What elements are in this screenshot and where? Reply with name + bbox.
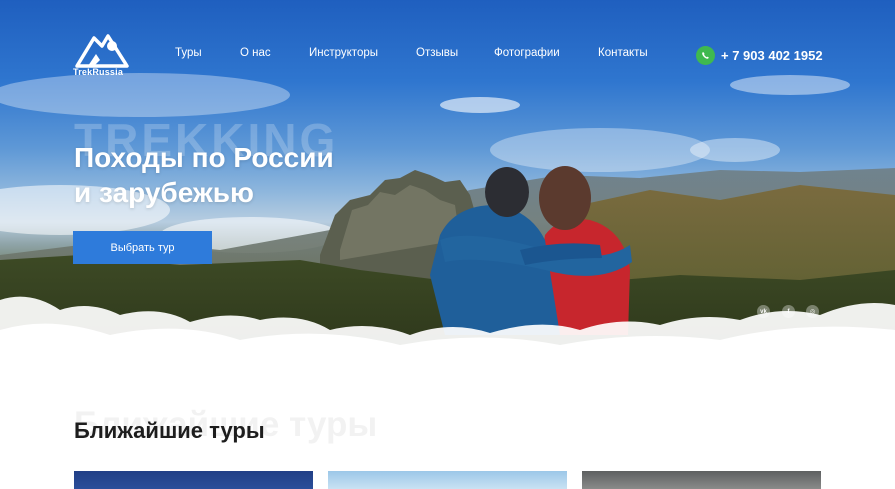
tour-card[interactable] [74, 471, 313, 489]
whatsapp-icon[interactable] [696, 45, 715, 65]
choose-tour-button[interactable]: Выбрать тур [73, 231, 212, 264]
tours-section-title: Ближайшие туры [74, 418, 265, 443]
tour-card[interactable] [328, 471, 567, 489]
nav-item-reviews[interactable]: Отзывы [416, 47, 458, 59]
nav-item-instructors[interactable]: Инструкторы [309, 47, 378, 59]
social-links: vk f ◎ [757, 305, 819, 318]
nav-item-about[interactable]: О нас [240, 47, 271, 59]
brand-name[interactable]: TrekRussia [73, 67, 123, 77]
hero-banner: TrekRussia Туры О нас Инструкторы Отзывы… [0, 0, 895, 370]
facebook-icon[interactable]: f [782, 305, 795, 318]
nav-item-photos[interactable]: Фотографии [494, 47, 560, 59]
nav-item-contacts[interactable]: Контакты [598, 47, 648, 59]
phone-number[interactable]: + 7 903 402 1952 [721, 48, 823, 63]
instagram-icon[interactable]: ◎ [806, 305, 819, 318]
nav-item-tours[interactable]: Туры [175, 47, 202, 59]
hero-title-line-2: и зарубежью [74, 177, 254, 208]
tour-card[interactable] [582, 471, 821, 489]
hero-title-line-1: Походы по России [74, 142, 334, 173]
hero-title: Походы по России и зарубежью [74, 140, 334, 210]
vk-icon[interactable]: vk [757, 305, 770, 318]
phone-contact[interactable]: + 7 903 402 1952 [696, 45, 823, 65]
